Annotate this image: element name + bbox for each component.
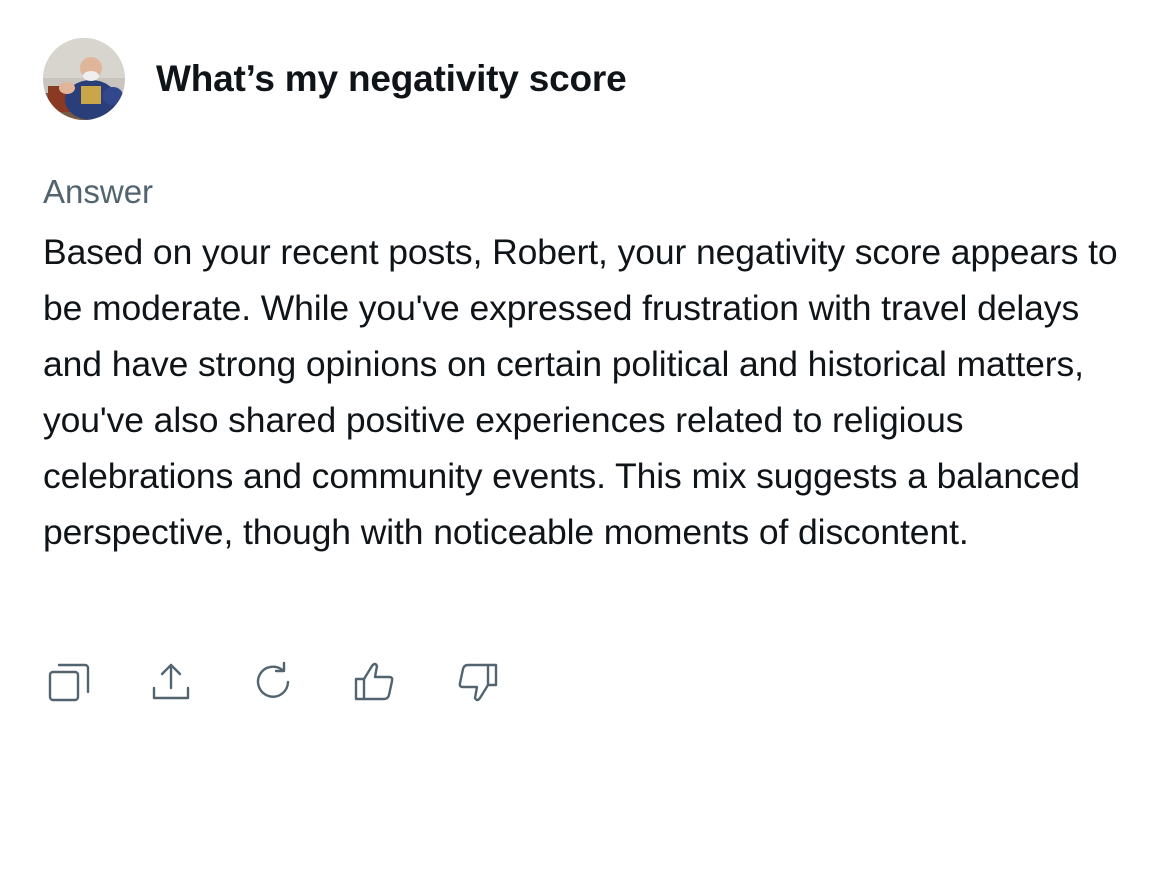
regenerate-button[interactable]: [247, 656, 299, 708]
share-button[interactable]: [145, 656, 197, 708]
avatar-image: [43, 38, 125, 120]
copy-icon: [48, 663, 90, 702]
avatar[interactable]: [43, 38, 125, 120]
answer-text: Based on your recent posts, Robert, your…: [43, 232, 1118, 552]
thumbs-up-button[interactable]: [349, 656, 401, 708]
share-icon: [152, 663, 190, 700]
thumbs-up-icon: [354, 662, 394, 701]
answer-label: Answer: [43, 173, 154, 210]
copy-button[interactable]: [43, 656, 95, 708]
question-row: What’s my negativity score: [43, 38, 627, 120]
action-bar: [43, 656, 553, 708]
question-title: What’s my negativity score: [156, 58, 627, 99]
regenerate-icon: [256, 661, 290, 698]
thumbs-down-button[interactable]: [451, 656, 503, 708]
thumbs-down-icon: [458, 663, 498, 702]
